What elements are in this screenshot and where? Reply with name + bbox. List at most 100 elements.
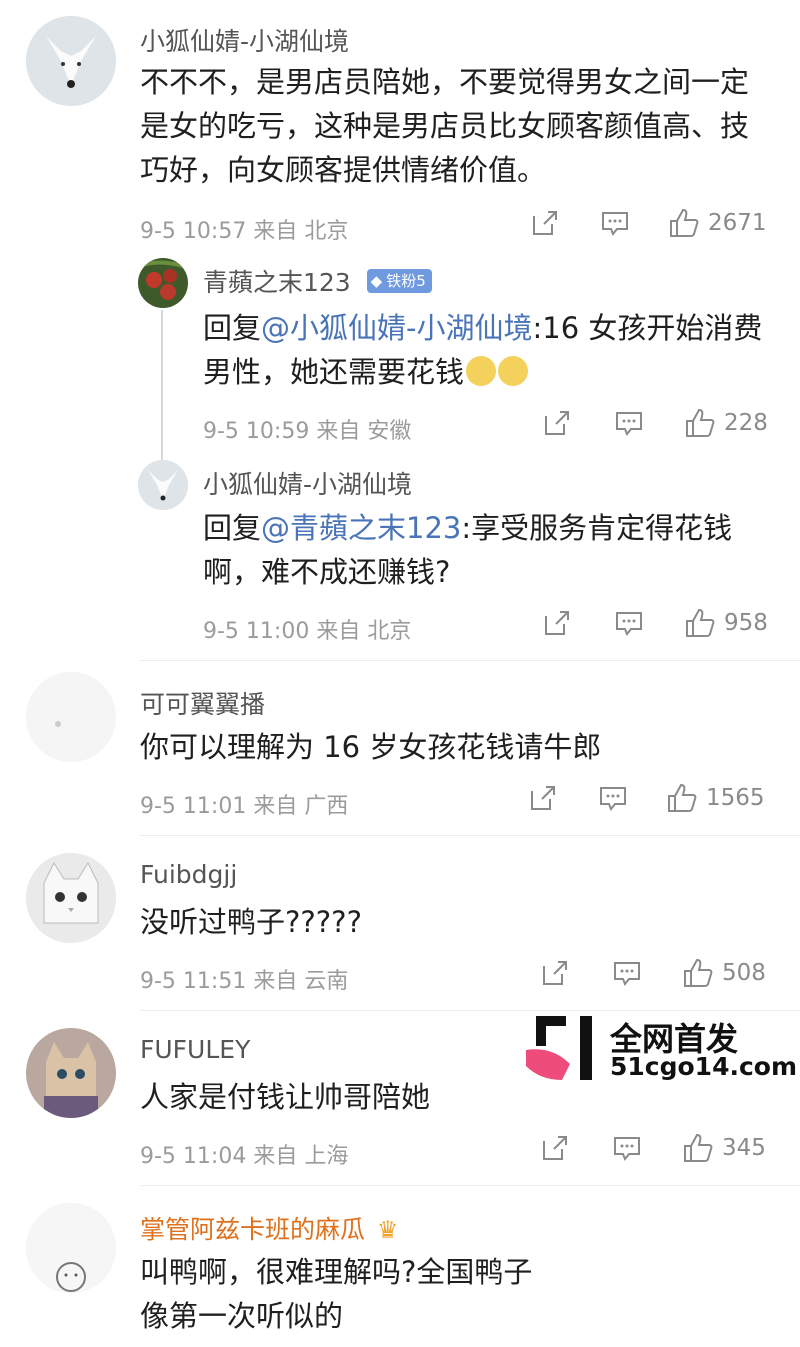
cat-icon (26, 853, 116, 943)
comment-actions: 345 (540, 1132, 766, 1164)
comment-meta: 9-5 11:04 来自 上海 (140, 1144, 349, 1169)
comment-text: 不不不，是男店员陪她，不要觉得男女之间一定是女的吃亏，这种是男店员比女顾客颜值高… (140, 65, 750, 187)
mention-link[interactable]: @小狐仙婧-小湖仙境 (261, 311, 532, 345)
like-button[interactable]: 2671 (668, 207, 767, 239)
divider (140, 1185, 800, 1186)
comment-actions: 508 (540, 957, 766, 989)
comment-meta: 9-5 10:57 来自 北京 (140, 219, 349, 244)
watermark-line-2: 51cgo14.com (610, 1052, 798, 1081)
reply-button[interactable] (614, 408, 644, 438)
divider (140, 835, 800, 836)
reply-meta: 9-5 10:59 来自 安徽 (203, 419, 412, 444)
like-count: 508 (722, 960, 766, 986)
share-icon (533, 211, 557, 235)
like-button[interactable]: 958 (684, 607, 768, 639)
reply-meta: 9-5 11:00 来自 北京 (203, 619, 412, 644)
watermark: 全网首发 51cgo14.com (522, 1014, 797, 1084)
comment-username[interactable]: 掌管阿兹卡班的麻瓜 ♛ (140, 1210, 398, 1246)
reply-text: 回复@小狐仙婧-小湖仙境:16 女孩开始消费男性，她还需要花钱 (203, 306, 763, 394)
share-button[interactable] (540, 958, 570, 988)
reply-username-text[interactable]: 青蘋之末123 (203, 268, 351, 297)
share-button[interactable] (530, 208, 560, 238)
reply-button[interactable] (614, 608, 644, 638)
like-button[interactable]: 1565 (666, 782, 765, 814)
diamond-icon: ◆ (370, 271, 383, 290)
user-avatar[interactable] (26, 672, 116, 762)
comment-actions: 2671 (530, 207, 767, 239)
comment-meta: 9-5 11:01 来自 广西 (140, 794, 349, 819)
reply-prefix: 回复 (203, 311, 262, 345)
comment-text-line-2: 像第一次听似的 (140, 1299, 344, 1333)
like-count: 345 (722, 1135, 766, 1161)
thumbs-up-icon (684, 1133, 713, 1162)
comment-username-text[interactable]: 掌管阿兹卡班的麻瓜 (140, 1215, 365, 1244)
like-button[interactable]: 508 (682, 957, 766, 989)
comment-icon (616, 612, 642, 636)
comment-icon (602, 212, 628, 236)
user-avatar[interactable] (26, 1203, 116, 1293)
like-button[interactable]: 345 (682, 1132, 766, 1164)
share-button[interactable] (528, 783, 558, 813)
like-count: 2671 (708, 210, 767, 236)
reply-username[interactable]: 小狐仙婧-小湖仙境 (203, 465, 412, 501)
blank-avatar-icon (26, 672, 116, 762)
reply-button[interactable] (612, 1133, 642, 1163)
laugh-cry-emoji-icon (466, 356, 497, 386)
comment-icon (614, 1137, 640, 1161)
mention-link[interactable]: @青蘋之末123 (261, 511, 461, 545)
watermark-logo-icon (526, 1016, 592, 1080)
comment-text: 没听过鸭子????? (140, 905, 362, 939)
thread-line (161, 310, 163, 460)
comment-text: 叫鸭啊，很难理解吗?全国鸭子 像第一次听似的 (140, 1250, 760, 1338)
share-button[interactable] (540, 1133, 570, 1163)
comment-icon (616, 412, 642, 436)
fruit-tree-icon (138, 258, 188, 308)
comment-text-line-1: 叫鸭啊，很难理解吗?全国鸭子 (140, 1255, 533, 1289)
cartoon-cat-icon (26, 1028, 116, 1118)
share-icon (545, 411, 569, 435)
share-button[interactable] (542, 608, 572, 638)
like-count: 958 (724, 610, 768, 636)
divider (140, 660, 800, 661)
user-avatar[interactable] (26, 853, 116, 943)
thumbs-up-icon (684, 958, 713, 987)
share-icon (545, 611, 569, 635)
fan-badge: ◆ 铁粉5 (366, 269, 432, 293)
comment-icon (600, 787, 626, 811)
divider (140, 1010, 800, 1011)
share-icon (531, 786, 555, 810)
thumbs-up-icon (686, 408, 715, 437)
comment-icon (614, 962, 640, 986)
comment-actions: 1565 (528, 782, 765, 814)
comment-username[interactable]: 可可翼翼播 (140, 685, 265, 721)
thumbs-up-icon (670, 208, 699, 237)
fan-badge-label: 铁粉5 (386, 272, 426, 290)
comment-meta: 9-5 11:51 来自 云南 (140, 969, 349, 994)
comment-username[interactable]: FUFULEY (140, 1035, 250, 1064)
reply-actions: 958 (542, 607, 768, 639)
like-count: 1565 (706, 785, 765, 811)
reply-username[interactable]: 青蘋之末123 ◆ 铁粉5 (203, 263, 432, 299)
comment-username[interactable]: 小狐仙婧-小湖仙境 (140, 22, 349, 58)
user-avatar[interactable] (138, 460, 188, 510)
reply-actions: 228 (542, 407, 768, 439)
like-button[interactable]: 228 (684, 407, 768, 439)
share-icon (543, 1136, 567, 1160)
laugh-cry-emoji-icon (498, 356, 529, 386)
share-button[interactable] (542, 408, 572, 438)
comment-username[interactable]: Fuibdgjj (140, 860, 237, 889)
reply-button[interactable] (600, 208, 630, 238)
user-avatar[interactable] (138, 258, 188, 308)
reply-button[interactable] (612, 958, 642, 988)
reply-text: 回复@青蘋之末123:享受服务肯定得花钱啊，难不成还赚钱? (203, 506, 763, 594)
sketch-face-icon (26, 1203, 116, 1293)
white-fox-icon (26, 16, 116, 106)
user-avatar[interactable] (26, 16, 116, 106)
comment-text: 你可以理解为 16 岁女孩花钱请牛郎 (140, 730, 602, 764)
user-avatar[interactable] (26, 1028, 116, 1118)
share-icon (543, 961, 567, 985)
like-count: 228 (724, 410, 768, 436)
reply-button[interactable] (598, 783, 628, 813)
white-fox-icon (138, 460, 188, 510)
reply-prefix: 回复 (203, 511, 262, 545)
